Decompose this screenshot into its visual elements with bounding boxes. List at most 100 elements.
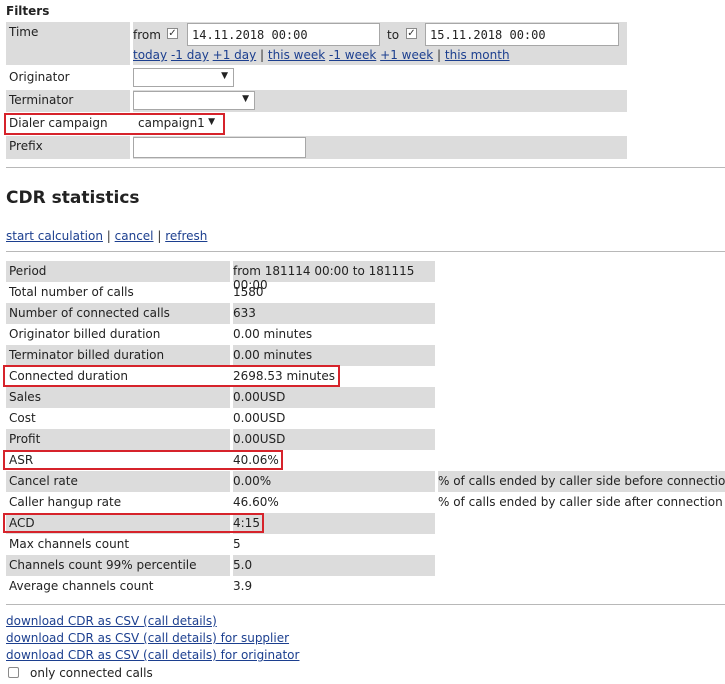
divider	[6, 167, 725, 168]
quick-today-link[interactable]: today	[133, 48, 167, 62]
stats-value: 1580	[233, 285, 264, 299]
only-connected-label: only connected calls	[30, 666, 153, 680]
download-csv-supplier-link[interactable]: download CDR as CSV (call details) for s…	[6, 631, 289, 645]
stats-value: 633	[233, 303, 435, 324]
separator: |	[437, 48, 442, 62]
terminator-select[interactable]: ▼	[133, 91, 255, 110]
originator-select[interactable]: ▼	[133, 68, 234, 87]
stats-row: Cancel rate 0.00%% of calls ended by call…	[6, 471, 725, 492]
from-checkbox[interactable]: ✓	[167, 28, 178, 39]
cdr-statistics-title: CDR statistics	[6, 188, 140, 208]
stats-value: 5.0	[233, 555, 435, 576]
stats-value: 0.00USD	[233, 411, 286, 425]
filter-row-originator: Originator ▼	[6, 67, 627, 89]
chevron-down-icon: ▼	[208, 117, 215, 127]
stats-row: Channels count 99% percentile 5.0	[6, 555, 435, 576]
stats-value: 0.00USD	[233, 429, 435, 450]
stats-note: % of calls ended by caller side after co…	[438, 495, 723, 509]
to-label: to	[387, 28, 400, 42]
stats-value: from 181114 00:00 to 181115 00:00	[233, 261, 435, 292]
start-calculation-link[interactable]: start calculation	[6, 229, 103, 243]
dialer-campaign-selected: campaign1	[138, 116, 205, 130]
terminator-cell: ▼	[133, 90, 627, 112]
stats-label: ASR	[9, 453, 34, 467]
stats-row: Originator billed duration 0.00 minutes	[6, 324, 435, 345]
quick-minus-week-link[interactable]: -1 week	[329, 48, 376, 62]
stats-label: Originator billed duration	[9, 327, 161, 341]
quick-minus-day-link[interactable]: -1 day	[171, 48, 209, 62]
stats-label: Period	[6, 261, 230, 282]
originator-cell: ▼	[133, 67, 627, 89]
to-datetime-input[interactable]: 15.11.2018 00:00	[425, 23, 619, 46]
time-quick-links: today -1 day +1 day | this week -1 week …	[133, 48, 510, 62]
dialer-campaign-select[interactable]: campaign1 ▼	[133, 114, 221, 133]
stats-value: 2698.53 minutes	[233, 369, 336, 383]
stats-row: ASR 40.06%	[6, 450, 435, 471]
stats-label: Number of connected calls	[6, 303, 230, 324]
stats-row: Terminator billed duration 0.00 minutes	[6, 345, 435, 366]
divider	[6, 251, 725, 252]
to-checkbox[interactable]: ✓	[406, 28, 417, 39]
quick-this-week-link[interactable]: this week	[268, 48, 325, 62]
stats-label: Profit	[6, 429, 230, 450]
stats-row: ACD 4:15	[6, 513, 435, 534]
stats-row: Period from 181114 00:00 to 181115 00:00	[6, 261, 435, 292]
from-label: from	[133, 28, 161, 42]
stats-label: Caller hangup rate	[9, 495, 122, 509]
stats-value: 4:15	[233, 513, 435, 534]
dialer-campaign-label: Dialer campaign	[6, 113, 130, 135]
stats-value: 0.00%	[233, 471, 435, 492]
stats-label: Sales	[6, 387, 230, 408]
stats-label: ACD	[6, 513, 230, 534]
stats-label: Cost	[9, 411, 36, 425]
stats-row: Profit 0.00USD	[6, 429, 435, 450]
quick-plus-day-link[interactable]: +1 day	[213, 48, 257, 62]
stats-row: Sales 0.00USD	[6, 387, 435, 408]
stats-row: Cost 0.00USD	[6, 408, 435, 429]
chevron-down-icon: ▼	[242, 94, 249, 104]
separator: |	[157, 229, 162, 243]
quick-this-month-link[interactable]: this month	[445, 48, 510, 62]
stats-value: 40.06%	[233, 453, 279, 467]
stats-note: % of calls ended by caller side before c…	[438, 471, 725, 492]
stats-label: Cancel rate	[6, 471, 230, 492]
stats-value: 0.00USD	[233, 387, 435, 408]
download-csv-originator-link[interactable]: download CDR as CSV (call details) for o…	[6, 648, 299, 662]
stats-row: Average channels count 3.9	[6, 576, 435, 597]
stats-value: 3.9	[233, 579, 253, 593]
separator: |	[260, 48, 265, 62]
prefix-input[interactable]	[133, 137, 306, 158]
prefix-label: Prefix	[6, 136, 130, 159]
refresh-link[interactable]: refresh	[165, 229, 207, 243]
separator: |	[106, 229, 111, 243]
stats-value: 46.60%	[233, 495, 279, 509]
terminator-label: Terminator	[6, 90, 130, 112]
cancel-link[interactable]: cancel	[115, 229, 154, 243]
stats-row: Connected duration 2698.53 minutes	[6, 366, 435, 387]
stats-row: Caller hangup rate 46.60% % of calls ended…	[6, 492, 725, 513]
filter-row-terminator: Terminator ▼	[6, 90, 627, 112]
originator-label: Originator	[6, 67, 130, 89]
stats-label: Terminator billed duration	[6, 345, 230, 366]
stats-label: Max channels count	[9, 537, 130, 551]
stats-value: 0.00 minutes	[233, 327, 313, 341]
filters-title: Filters	[6, 4, 50, 18]
stats-row: Max channels count 5	[6, 534, 435, 555]
download-csv-link[interactable]: download CDR as CSV (call details)	[6, 614, 217, 628]
time-value-cell: from ✓ 14.11.2018 00:00 to ✓ 15.11.2018 …	[133, 22, 627, 65]
quick-plus-week-link[interactable]: +1 week	[380, 48, 433, 62]
dialer-campaign-cell: campaign1 ▼	[133, 113, 627, 135]
stats-row: Number of connected calls 633	[6, 303, 435, 324]
filter-row-prefix: Prefix	[6, 136, 627, 159]
divider	[6, 604, 725, 605]
only-connected-checkbox[interactable]	[8, 667, 19, 678]
download-links: download CDR as CSV (call details) downl…	[6, 613, 299, 664]
prefix-cell	[133, 136, 627, 159]
from-datetime-input[interactable]: 14.11.2018 00:00	[187, 23, 380, 46]
time-label: Time	[6, 22, 130, 65]
stats-label: Connected duration	[9, 369, 128, 383]
chevron-down-icon: ▼	[221, 71, 228, 81]
filter-row-time: Time from ✓ 14.11.2018 00:00 to ✓ 15.11.…	[6, 22, 627, 65]
stats-label: Average channels count	[9, 579, 154, 593]
stats-label: Total number of calls	[9, 285, 134, 299]
